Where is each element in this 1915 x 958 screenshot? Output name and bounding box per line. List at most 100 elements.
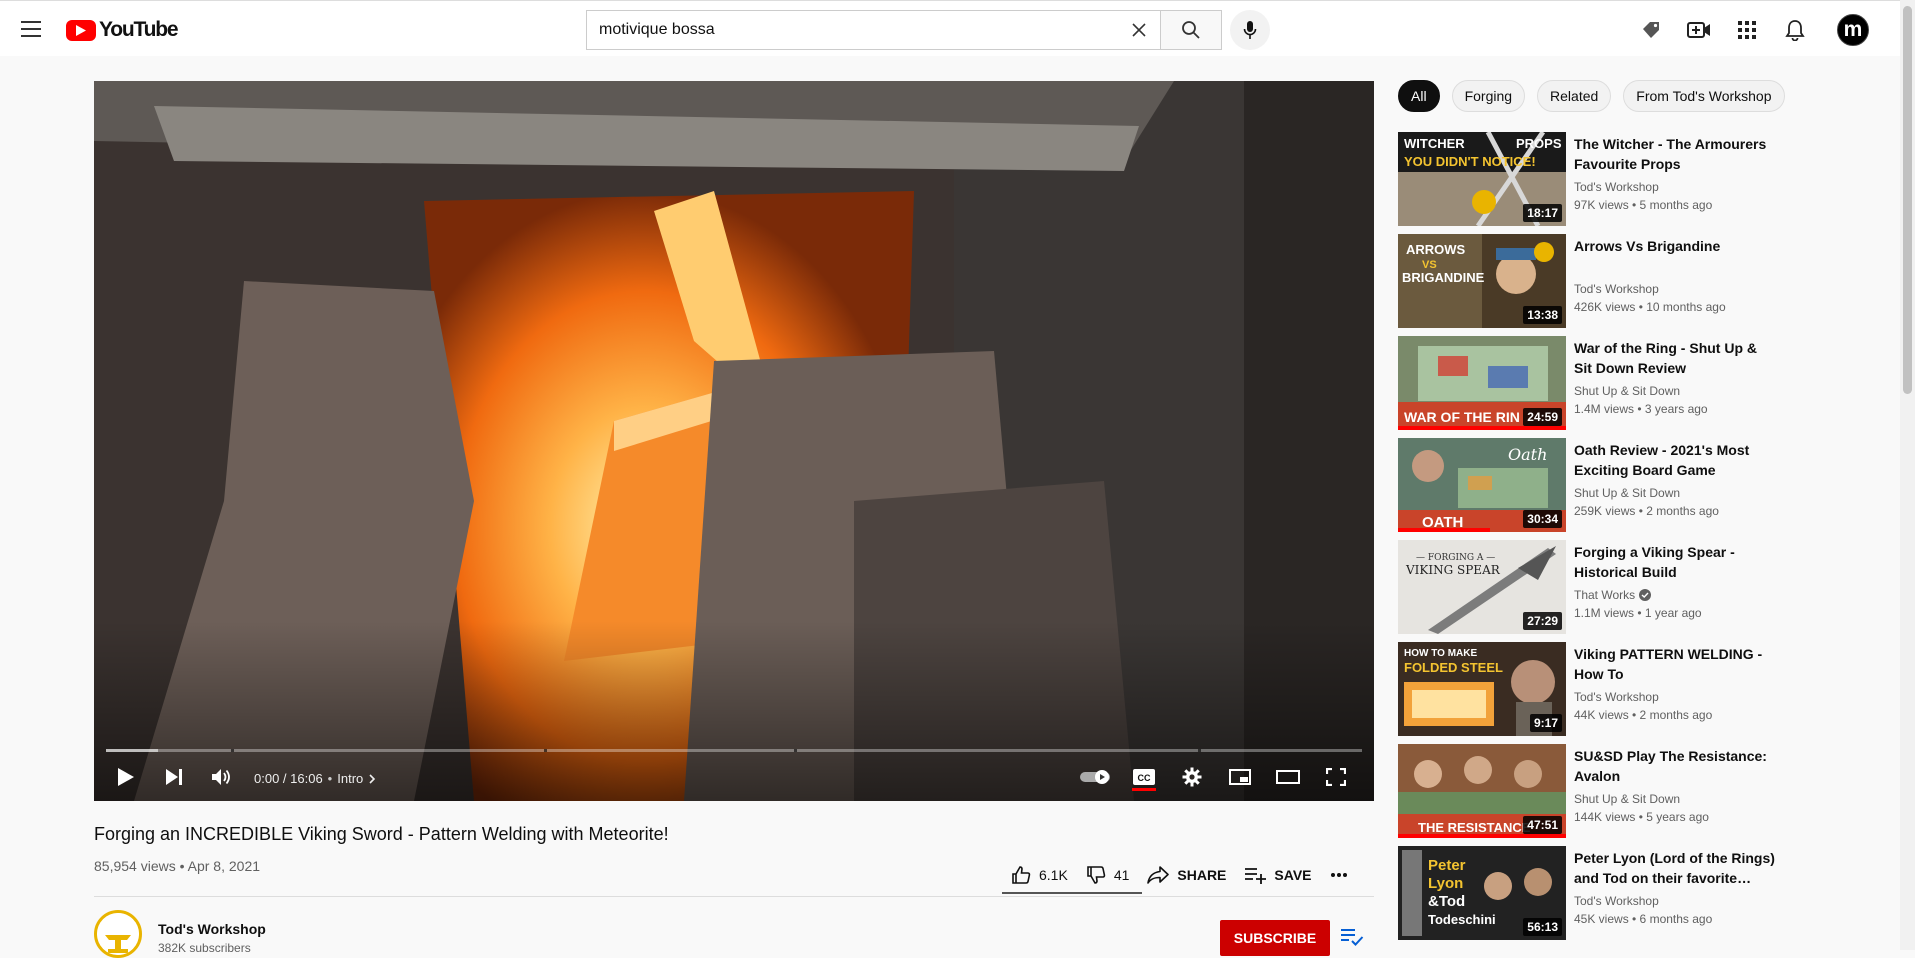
video-channel-name: Tod's Workshop bbox=[1574, 894, 1659, 908]
recommended-video[interactable]: WITCHER PROPS YOU DIDN'T NOTICE! 18:17 The… bbox=[1398, 132, 1778, 226]
video-thumbnail[interactable]: ARROWS VS BRIGANDINE 13:38 bbox=[1398, 234, 1566, 328]
watched-progress-bar bbox=[1398, 426, 1566, 430]
create-video-icon[interactable] bbox=[1684, 15, 1714, 45]
video-title[interactable]: Forging a Viking Spear - Historical Buil… bbox=[1574, 542, 1778, 582]
chapter-marker bbox=[794, 749, 797, 752]
apps-grid-icon[interactable] bbox=[1732, 15, 1762, 45]
more-horizontal-icon bbox=[1330, 873, 1347, 877]
video-duration: 9:17 bbox=[1529, 714, 1562, 732]
thumbnail-text: Peter bbox=[1428, 857, 1466, 874]
dislike-button[interactable]: 41 bbox=[1077, 865, 1139, 885]
video-title[interactable]: The Witcher - The Armourers Favourite Pr… bbox=[1574, 134, 1778, 174]
miniplayer-icon[interactable] bbox=[1220, 761, 1260, 793]
recommended-video[interactable]: ARROWS VS BRIGANDINE 13:38 Arrows Vs Briga… bbox=[1398, 234, 1778, 328]
dislike-count: 41 bbox=[1113, 867, 1130, 883]
chapter-marker bbox=[231, 749, 234, 752]
tag-badge-icon[interactable] bbox=[1636, 15, 1666, 45]
video-frame-forge bbox=[94, 81, 1374, 801]
settings-gear-icon[interactable] bbox=[1172, 761, 1212, 793]
closed-captions-icon[interactable]: CC bbox=[1124, 761, 1164, 793]
user-avatar[interactable]: m bbox=[1837, 14, 1869, 46]
like-count: 6.1K bbox=[1039, 867, 1068, 883]
next-video-icon[interactable] bbox=[154, 761, 194, 793]
time-separator: • bbox=[327, 771, 333, 786]
recommended-video[interactable]: Oath OATH 30:34 Oath Review - 2021's Most… bbox=[1398, 438, 1778, 532]
hamburger-menu-icon[interactable] bbox=[14, 14, 48, 44]
search-input[interactable] bbox=[587, 11, 1147, 49]
thumbnail-text: Todeschini bbox=[1428, 912, 1496, 927]
recommended-video[interactable]: Peter Lyon &Tod Todeschini 56:13 Peter Lyon… bbox=[1398, 846, 1778, 940]
video-player[interactable]: 0:00 / 16:06 • Intro CC bbox=[94, 81, 1374, 801]
chip-from-channel[interactable]: From Tod's Workshop bbox=[1623, 80, 1785, 112]
chapter-marker bbox=[1198, 749, 1201, 752]
video-actions: 6.1K 41 SHARE SAVE bbox=[1002, 857, 1357, 893]
video-thumbnail[interactable]: Oath OATH 30:34 bbox=[1398, 438, 1566, 532]
fullscreen-icon[interactable] bbox=[1316, 761, 1356, 793]
thumbnail-text: BRIGANDINE bbox=[1402, 270, 1485, 285]
chip-forging[interactable]: Forging bbox=[1451, 80, 1526, 112]
thumbs-down-icon bbox=[1087, 866, 1106, 884]
player-progress-bar[interactable] bbox=[106, 749, 1362, 752]
share-label: SHARE bbox=[1177, 867, 1227, 883]
recommended-video[interactable]: HOW TO MAKE FOLDED STEEL 9:17 Viking PATT… bbox=[1398, 642, 1778, 736]
video-thumbnail[interactable]: THE RESISTANCE 47:51 bbox=[1398, 744, 1566, 838]
watched-progress-bar bbox=[1398, 528, 1490, 532]
channel-avatar[interactable] bbox=[94, 910, 142, 958]
autoplay-toggle[interactable] bbox=[1076, 761, 1116, 793]
subscriber-count: 382K subscribers bbox=[158, 941, 251, 955]
share-button[interactable]: SHARE bbox=[1138, 866, 1235, 884]
search-button[interactable] bbox=[1160, 10, 1222, 50]
video-thumbnail[interactable]: WITCHER PROPS YOU DIDN'T NOTICE! 18:17 bbox=[1398, 132, 1566, 226]
video-title[interactable]: SU&SD Play The Resistance: Avalon bbox=[1574, 746, 1778, 786]
video-thumbnail[interactable]: Peter Lyon &Tod Todeschini 56:13 bbox=[1398, 846, 1566, 940]
volume-icon[interactable] bbox=[202, 761, 242, 793]
theater-mode-icon[interactable] bbox=[1268, 761, 1308, 793]
thumbs-up-icon bbox=[1012, 866, 1031, 884]
video-thumbnail[interactable]: — FORGING A — VIKING SPEAR 27:29 bbox=[1398, 540, 1566, 634]
recommended-video[interactable]: — FORGING A — VIKING SPEAR 27:29 Forging … bbox=[1398, 540, 1778, 634]
video-stats: 144K views • 5 years ago bbox=[1574, 810, 1709, 824]
video-title[interactable]: War of the Ring - Shut Up & Sit Down Rev… bbox=[1574, 338, 1778, 378]
thumbnail-text: ARROWS bbox=[1406, 242, 1466, 257]
video-thumbnail[interactable]: WAR OF THE RIN 24:59 bbox=[1398, 336, 1566, 430]
cc-active-indicator bbox=[1132, 788, 1156, 791]
clear-search-icon[interactable] bbox=[1125, 16, 1153, 44]
more-actions-button[interactable] bbox=[1321, 872, 1357, 878]
chip-all[interactable]: All bbox=[1398, 80, 1440, 112]
queue-list-icon[interactable] bbox=[1340, 926, 1370, 956]
notifications-bell-icon[interactable] bbox=[1780, 15, 1810, 45]
video-stats: 1.4M views • 3 years ago bbox=[1574, 402, 1708, 416]
page-scrollbar[interactable] bbox=[1900, 0, 1915, 950]
video-title: Forging an INCREDIBLE Viking Sword - Pat… bbox=[94, 824, 669, 844]
scrollbar-thumb[interactable] bbox=[1903, 6, 1912, 394]
play-icon[interactable] bbox=[106, 761, 146, 793]
thumbnail-text: — FORGING A — bbox=[1416, 553, 1495, 563]
youtube-logo[interactable]: YouTube bbox=[66, 18, 179, 42]
video-title[interactable]: Viking PATTERN WELDING - How To bbox=[1574, 644, 1778, 684]
video-title[interactable]: Oath Review - 2021's Most Exciting Board… bbox=[1574, 440, 1778, 480]
recommended-video[interactable]: WAR OF THE RIN 24:59 War of the Ring - S… bbox=[1398, 336, 1778, 430]
video-thumbnail[interactable]: HOW TO MAKE FOLDED STEEL 9:17 bbox=[1398, 642, 1566, 736]
chapter-title: Intro bbox=[337, 771, 364, 786]
save-label: SAVE bbox=[1274, 867, 1312, 883]
recommended-video[interactable]: THE RESISTANCE 47:51 SU&SD Play The Resi… bbox=[1398, 744, 1778, 838]
thumbnail-text: Oath bbox=[1508, 445, 1547, 464]
video-duration: 56:13 bbox=[1523, 918, 1562, 936]
thumbnail-text: Lyon bbox=[1428, 875, 1463, 892]
time-display[interactable]: 0:00 / 16:06 • Intro bbox=[254, 771, 376, 786]
video-title[interactable]: Peter Lyon (Lord of the Rings) and Tod o… bbox=[1574, 848, 1778, 888]
video-channel: Shut Up & Sit Down bbox=[1574, 486, 1680, 500]
thumbnail-text: WITCHER bbox=[1404, 136, 1465, 151]
voice-search-mic-icon[interactable] bbox=[1230, 10, 1270, 50]
video-channel-name: Tod's Workshop bbox=[1574, 282, 1659, 296]
save-button[interactable]: SAVE bbox=[1235, 866, 1320, 884]
thumbnail-text: VIKING SPEAR bbox=[1405, 563, 1501, 577]
chip-related[interactable]: Related bbox=[1537, 80, 1612, 112]
like-button[interactable]: 6.1K bbox=[1002, 865, 1077, 885]
video-title[interactable]: Arrows Vs Brigandine bbox=[1574, 236, 1778, 256]
subscribe-button[interactable]: SUBSCRIBE bbox=[1220, 920, 1330, 956]
video-channel-name: Shut Up & Sit Down bbox=[1574, 792, 1681, 806]
thumbnail-text: &Tod bbox=[1428, 893, 1465, 910]
channel-name[interactable]: Tod's Workshop bbox=[158, 921, 266, 937]
video-stats: 97K views • 5 months ago bbox=[1574, 198, 1713, 212]
